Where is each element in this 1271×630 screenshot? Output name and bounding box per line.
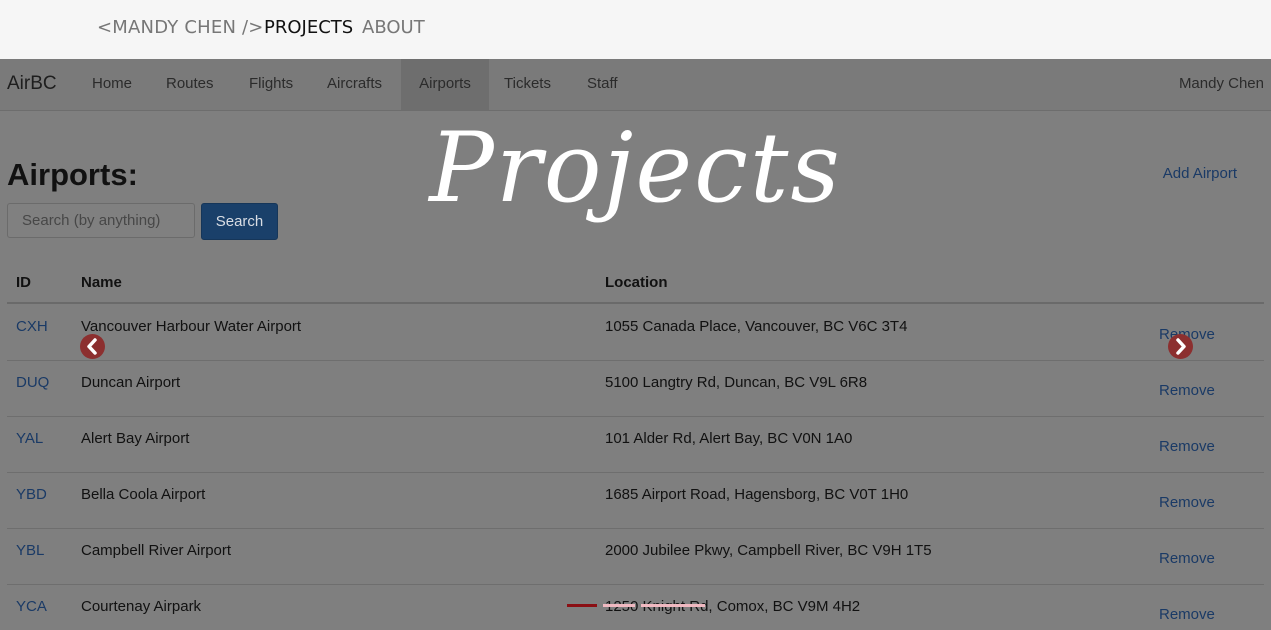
app-nav-tickets[interactable]: Tickets: [502, 59, 553, 110]
app-nav-flights[interactable]: Flights: [247, 59, 295, 110]
airport-name: Bella Coola Airport: [81, 486, 206, 503]
airport-name: Courtenay Airpark: [81, 598, 202, 615]
airport-location: 5100 Langtry Rd, Duncan, BC V9L 6R8: [605, 374, 868, 391]
column-header-name: Name: [81, 274, 122, 291]
airport-name: Campbell River Airport: [81, 542, 232, 559]
carousel-indicator[interactable]: [603, 604, 635, 607]
column-header-location: Location: [605, 274, 668, 291]
airport-id-link[interactable]: DUQ: [16, 374, 49, 391]
site-header: <MANDY CHEN /> PROJECTS ABOUT: [0, 0, 1271, 59]
remove-link[interactable]: Remove: [1159, 494, 1215, 511]
remove-link[interactable]: Remove: [1159, 382, 1215, 399]
table-row: CXH Vancouver Harbour Water Airport 1055…: [7, 304, 1264, 361]
airport-id-link[interactable]: YCA: [16, 598, 47, 615]
table-row: YCA Courtenay Airpark 1250 Knight Rd, Co…: [7, 584, 1264, 630]
airport-name: Vancouver Harbour Water Airport: [81, 318, 302, 335]
carousel-indicator[interactable]: [641, 604, 705, 607]
airport-id-link[interactable]: YBD: [16, 486, 47, 503]
app-nav-routes[interactable]: Routes: [164, 59, 216, 110]
app-nav-home[interactable]: Home: [90, 59, 134, 110]
app-nav-airports[interactable]: Airports: [401, 59, 489, 110]
table-row: YAL Alert Bay Airport 101 Alder Rd, Aler…: [7, 416, 1264, 473]
airport-id-link[interactable]: YBL: [16, 542, 44, 559]
nav-link-about[interactable]: ABOUT: [362, 17, 425, 38]
column-header-id: ID: [16, 274, 31, 291]
table-row: DUQ Duncan Airport 5100 Langtry Rd, Dunc…: [7, 360, 1264, 417]
carousel-next-button[interactable]: [1168, 334, 1193, 359]
chevron-right-icon: [1176, 338, 1186, 355]
airport-id-link[interactable]: YAL: [16, 430, 43, 447]
remove-link[interactable]: Remove: [1159, 438, 1215, 455]
airport-location: 101 Alder Rd, Alert Bay, BC V0N 1A0: [605, 430, 853, 447]
site-brand[interactable]: <MANDY CHEN />: [97, 17, 264, 38]
remove-link[interactable]: Remove: [1159, 606, 1215, 623]
table-row: YBL Campbell River Airport 2000 Jubilee …: [7, 528, 1264, 585]
airport-location: 1055 Canada Place, Vancouver, BC V6C 3T4: [605, 318, 908, 335]
airport-name: Duncan Airport: [81, 374, 181, 391]
carousel-prev-button[interactable]: [80, 334, 105, 359]
app-user-name[interactable]: Mandy Chen: [1179, 75, 1264, 92]
app-nav-staff[interactable]: Staff: [585, 59, 620, 110]
table-row: YBD Bella Coola Airport 1685 Airport Roa…: [7, 472, 1264, 529]
remove-link[interactable]: Remove: [1159, 550, 1215, 567]
nav-link-projects[interactable]: PROJECTS: [264, 17, 353, 38]
airport-location: 1685 Airport Road, Hagensborg, BC V0T 1H…: [605, 486, 909, 503]
section-title-overlay: Projects: [429, 112, 842, 224]
app-navbar: AirBC Home Routes Flights Aircrafts Airp…: [0, 59, 1271, 111]
chevron-left-icon: [87, 338, 97, 355]
app-nav-aircrafts[interactable]: Aircrafts: [325, 59, 384, 110]
airport-name: Alert Bay Airport: [81, 430, 190, 447]
airport-location: 2000 Jubilee Pkwy, Campbell River, BC V9…: [605, 542, 932, 559]
carousel-indicator-active[interactable]: [567, 604, 597, 607]
app-brand[interactable]: AirBC: [7, 73, 57, 95]
airport-id-link[interactable]: CXH: [16, 318, 48, 335]
